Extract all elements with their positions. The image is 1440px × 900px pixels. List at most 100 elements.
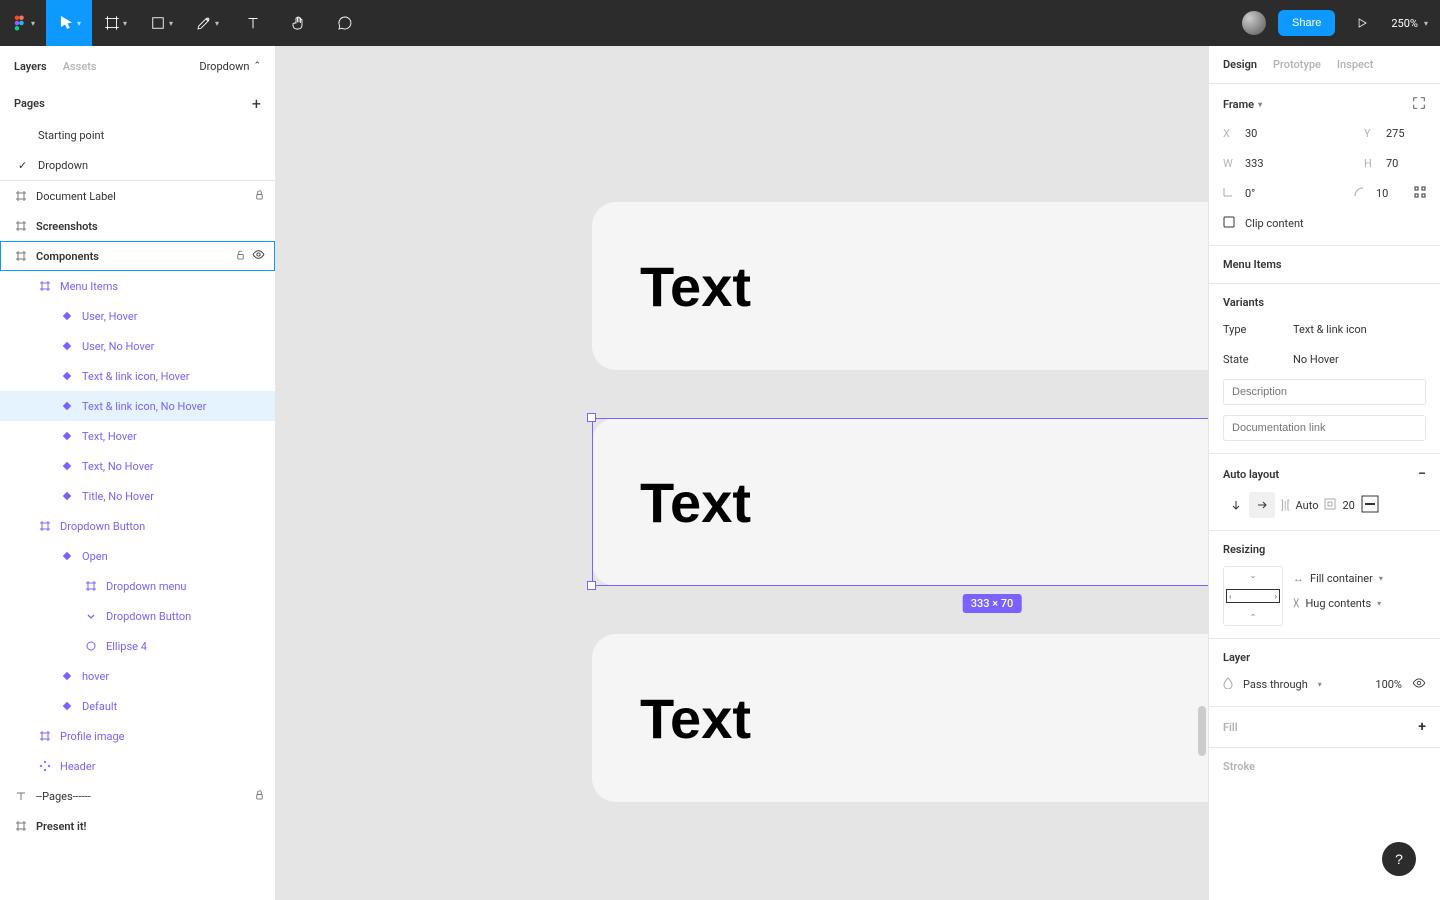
frame-type-selector[interactable]: Frame xyxy=(1223,98,1254,111)
variant-state-value[interactable]: No Hover xyxy=(1293,353,1339,366)
layer-name: Dropdown menu xyxy=(106,580,186,593)
add-fill-button[interactable]: + xyxy=(1418,719,1426,735)
resize-to-fit-icon[interactable] xyxy=(1412,96,1426,113)
canvas-card[interactable]: Text xyxy=(592,634,1208,802)
direction-horizontal-button[interactable] xyxy=(1249,492,1275,518)
canvas-card[interactable]: Text xyxy=(592,202,1208,370)
variant-description-input[interactable] xyxy=(1223,379,1426,405)
lock-icon[interactable] xyxy=(254,189,265,203)
variant-doc-link-input[interactable] xyxy=(1223,415,1426,441)
opacity-value[interactable]: 100% xyxy=(1375,678,1402,691)
layer-row[interactable]: Default xyxy=(0,691,275,721)
layer-row[interactable]: Components xyxy=(0,241,275,271)
frame-icon xyxy=(38,729,52,743)
scrollbar-thumb[interactable] xyxy=(1198,706,1206,756)
remove-auto-layout-button[interactable]: − xyxy=(1418,466,1426,482)
layer-name: --Pages------ xyxy=(36,790,91,803)
hand-tool-button[interactable] xyxy=(276,0,322,46)
layer-row[interactable]: Title, No Hover xyxy=(0,481,275,511)
eye-icon[interactable] xyxy=(252,248,265,264)
comment-tool-button[interactable] xyxy=(322,0,368,46)
frame-tool-button[interactable]: ▾ xyxy=(92,0,138,46)
lock-icon[interactable] xyxy=(254,789,265,803)
unlock-icon[interactable] xyxy=(235,249,246,263)
layer-row[interactable]: Profile image xyxy=(0,721,275,751)
layer-row[interactable]: Ellipse 4 xyxy=(0,631,275,661)
layer-name: User, No Hover xyxy=(82,340,154,353)
variant-type-value[interactable]: Text & link icon xyxy=(1293,323,1367,336)
resizing-diagram[interactable]: ⌄ ⌄ ‹› xyxy=(1223,566,1283,626)
layer-row[interactable]: Dropdown Button xyxy=(0,511,275,541)
spacing-icon: ]|[ xyxy=(1281,499,1290,512)
layer-row[interactable]: Dropdown Button xyxy=(0,601,275,631)
text-icon xyxy=(14,789,28,803)
tab-prototype[interactable]: Prototype xyxy=(1273,58,1321,71)
zoom-selector[interactable]: 250% ▾ xyxy=(1391,17,1428,30)
tab-inspect[interactable]: Inspect xyxy=(1337,58,1373,71)
layer-row[interactable]: User, Hover xyxy=(0,301,275,331)
layer-row[interactable]: Menu Items xyxy=(0,271,275,301)
layer-row[interactable]: User, No Hover xyxy=(0,331,275,361)
layer-row[interactable]: hover xyxy=(0,661,275,691)
page-item[interactable]: ✓Dropdown xyxy=(0,150,275,180)
avatar[interactable] xyxy=(1242,11,1266,35)
w-value[interactable]: 333 xyxy=(1245,157,1264,170)
page-selector[interactable]: Dropdown ⌃ xyxy=(199,60,261,73)
present-button[interactable] xyxy=(1347,0,1377,46)
spacing-value[interactable]: Auto xyxy=(1296,499,1319,512)
y-label: Y xyxy=(1364,127,1376,140)
text-tool-button[interactable] xyxy=(230,0,276,46)
layer-row[interactable]: Screenshots xyxy=(0,211,275,241)
layer-row[interactable]: Open xyxy=(0,541,275,571)
canvas[interactable]: TextTextText 333 × 70 xyxy=(276,46,1208,900)
square-icon xyxy=(149,14,167,32)
share-button[interactable]: Share xyxy=(1278,10,1335,36)
selection-outline xyxy=(592,418,1208,586)
layer-row[interactable]: Header xyxy=(0,751,275,781)
width-mode-value[interactable]: Fill container xyxy=(1310,572,1373,585)
help-button[interactable]: ? xyxy=(1382,842,1416,876)
variant-state-label: State xyxy=(1223,353,1283,366)
move-tool-button[interactable]: ▾ xyxy=(46,0,92,46)
y-value[interactable]: 275 xyxy=(1386,127,1426,140)
angle-value[interactable]: 0° xyxy=(1245,187,1255,200)
checkbox-clip-content[interactable] xyxy=(1223,216,1235,231)
layer-row[interactable]: Present it! xyxy=(0,811,275,841)
direction-vertical-button[interactable] xyxy=(1223,492,1249,518)
layer-name: Text & link icon, No Hover xyxy=(82,400,206,413)
page-item[interactable]: Starting point xyxy=(0,120,275,150)
height-mode-value[interactable]: Hug contents xyxy=(1305,597,1371,610)
visibility-toggle-icon[interactable] xyxy=(1412,676,1426,693)
alignment-box-icon[interactable] xyxy=(1361,495,1379,516)
layer-row[interactable]: Text, No Hover xyxy=(0,451,275,481)
figma-menu-button[interactable]: ▾ xyxy=(0,0,46,46)
layer-name: Menu Items xyxy=(60,280,118,293)
layer-row[interactable]: Text & link icon, Hover xyxy=(0,361,275,391)
selection-handle[interactable] xyxy=(587,581,596,590)
tab-design[interactable]: Design xyxy=(1223,58,1257,71)
layer-row[interactable]: Dropdown menu xyxy=(0,571,275,601)
tab-assets[interactable]: Assets xyxy=(63,60,97,73)
tab-layers[interactable]: Layers xyxy=(14,60,47,73)
blend-mode-value[interactable]: Pass through xyxy=(1243,678,1308,691)
h-value[interactable]: 70 xyxy=(1386,157,1426,170)
selection-handle[interactable] xyxy=(587,413,596,422)
x-value[interactable]: 30 xyxy=(1245,127,1257,140)
layer-row[interactable]: --Pages------ xyxy=(0,781,275,811)
radius-value[interactable]: 10 xyxy=(1376,187,1404,200)
independent-corners-icon[interactable] xyxy=(1414,186,1426,201)
shape-tool-button[interactable]: ▾ xyxy=(138,0,184,46)
layer-row[interactable]: Document Label xyxy=(0,181,275,211)
pen-tool-button[interactable]: ▾ xyxy=(184,0,230,46)
chevron-down-icon: ▾ xyxy=(169,19,173,28)
right-panel-tabs: Design Prototype Inspect xyxy=(1209,46,1440,84)
padding-value[interactable]: 20 xyxy=(1342,499,1354,512)
add-page-button[interactable]: + xyxy=(252,94,261,113)
variant-type-label: Type xyxy=(1223,323,1283,336)
padding-icon xyxy=(1324,498,1336,513)
layer-row[interactable]: Text, Hover xyxy=(0,421,275,451)
figma-logo-icon xyxy=(11,14,29,32)
x-label: X xyxy=(1223,127,1235,140)
layer-row[interactable]: Text & link icon, No Hover xyxy=(0,391,275,421)
layer-name: User, Hover xyxy=(82,310,137,323)
